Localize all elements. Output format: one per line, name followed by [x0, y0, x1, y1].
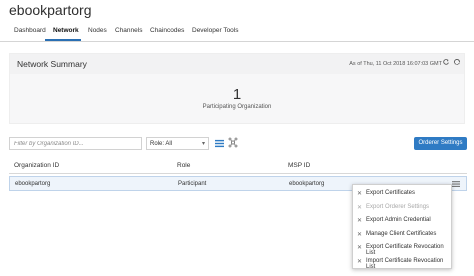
menu-item-icon: ✕: [357, 259, 363, 265]
row-actions-menu: ✕ Export Certificates ✕ Export Orderer S…: [352, 184, 452, 270]
cell-role: Participant: [178, 181, 207, 187]
organization-count-label: Participating Organization: [202, 104, 272, 110]
menu-item-import-certificate-revocation-list[interactable]: ✕ Import Certificate Revocation List: [353, 255, 451, 270]
menu-item-export-certificates[interactable]: ✕ Export Certificates: [353, 187, 451, 200]
menu-item-icon: ✕: [357, 218, 363, 224]
tab-nodes[interactable]: Nodes: [88, 27, 107, 34]
tab-channels[interactable]: Channels: [115, 27, 142, 34]
menu-item-label: Manage Client Certificates: [366, 231, 437, 237]
column-header-role[interactable]: Role: [177, 162, 190, 169]
app-title: ebookpartorg: [9, 2, 92, 18]
cell-msp-id: ebookpartorg: [289, 181, 325, 187]
menu-item-export-certificate-revocation-list[interactable]: ✕ Export Certificate Revocation List: [353, 241, 451, 256]
menu-item-manage-client-certificates[interactable]: ✕ Manage Client Certificates: [353, 228, 451, 241]
cell-organization-id: ebookpartorg: [15, 181, 51, 187]
column-header-organization-id[interactable]: Organization ID: [14, 162, 59, 169]
menu-item-label: Import Certificate Revocation List: [366, 258, 444, 270]
menu-item-icon: ✕: [357, 232, 363, 238]
tab-network[interactable]: Network: [53, 27, 79, 34]
tab-dashboard[interactable]: Dashboard: [14, 27, 46, 34]
active-tab-indicator: [45, 39, 81, 41]
menu-item-icon: ✕: [357, 191, 363, 197]
summary-title: Network Summary: [17, 59, 87, 69]
app-header: ebookpartorg: [0, 0, 474, 22]
tab-developer-tools[interactable]: Developer Tools: [192, 27, 239, 34]
sync-icon[interactable]: [453, 58, 461, 66]
role-select-value: Role: All: [150, 141, 173, 147]
menu-item-label: Export Admin Credential: [366, 217, 431, 223]
tab-chaincodes[interactable]: Chaincodes: [150, 27, 184, 34]
menu-item-export-orderer-settings: ✕ Export Orderer Settings: [353, 201, 451, 214]
last-updated-text: As of Thu, 11 Oct 2018 16:07:03 GMT: [349, 61, 442, 67]
organization-count: 1: [232, 86, 242, 103]
menu-item-label: Export Orderer Settings: [366, 204, 430, 210]
menu-item-label: Export Certificates: [366, 190, 416, 196]
summary-header: Network Summary As of Thu, 11 Oct 2018 1…: [10, 54, 464, 74]
menu-item-icon: ✕: [357, 245, 363, 251]
menu-item-icon: ✕: [357, 205, 363, 211]
nav-tabs: Dashboard Network Nodes Channels Chainco…: [0, 24, 474, 42]
table-header: Organization ID Role MSP ID: [9, 157, 467, 174]
network-summary-panel: Network Summary As of Thu, 11 Oct 2018 1…: [9, 53, 465, 124]
chevron-down-icon: ▾: [201, 141, 205, 147]
column-header-msp-id[interactable]: MSP ID: [288, 162, 310, 169]
orderer-settings-button[interactable]: Orderer Settings: [414, 137, 467, 150]
filter-input[interactable]: [9, 137, 142, 150]
list-view-icon[interactable]: [215, 139, 224, 148]
role-select[interactable]: Role: All ▾: [146, 137, 209, 150]
graph-view-icon[interactable]: [228, 137, 238, 148]
hamburger-icon[interactable]: [452, 180, 460, 188]
menu-item-export-admin-credential[interactable]: ✕ Export Admin Credential: [353, 214, 451, 227]
refresh-icon[interactable]: [443, 59, 449, 65]
